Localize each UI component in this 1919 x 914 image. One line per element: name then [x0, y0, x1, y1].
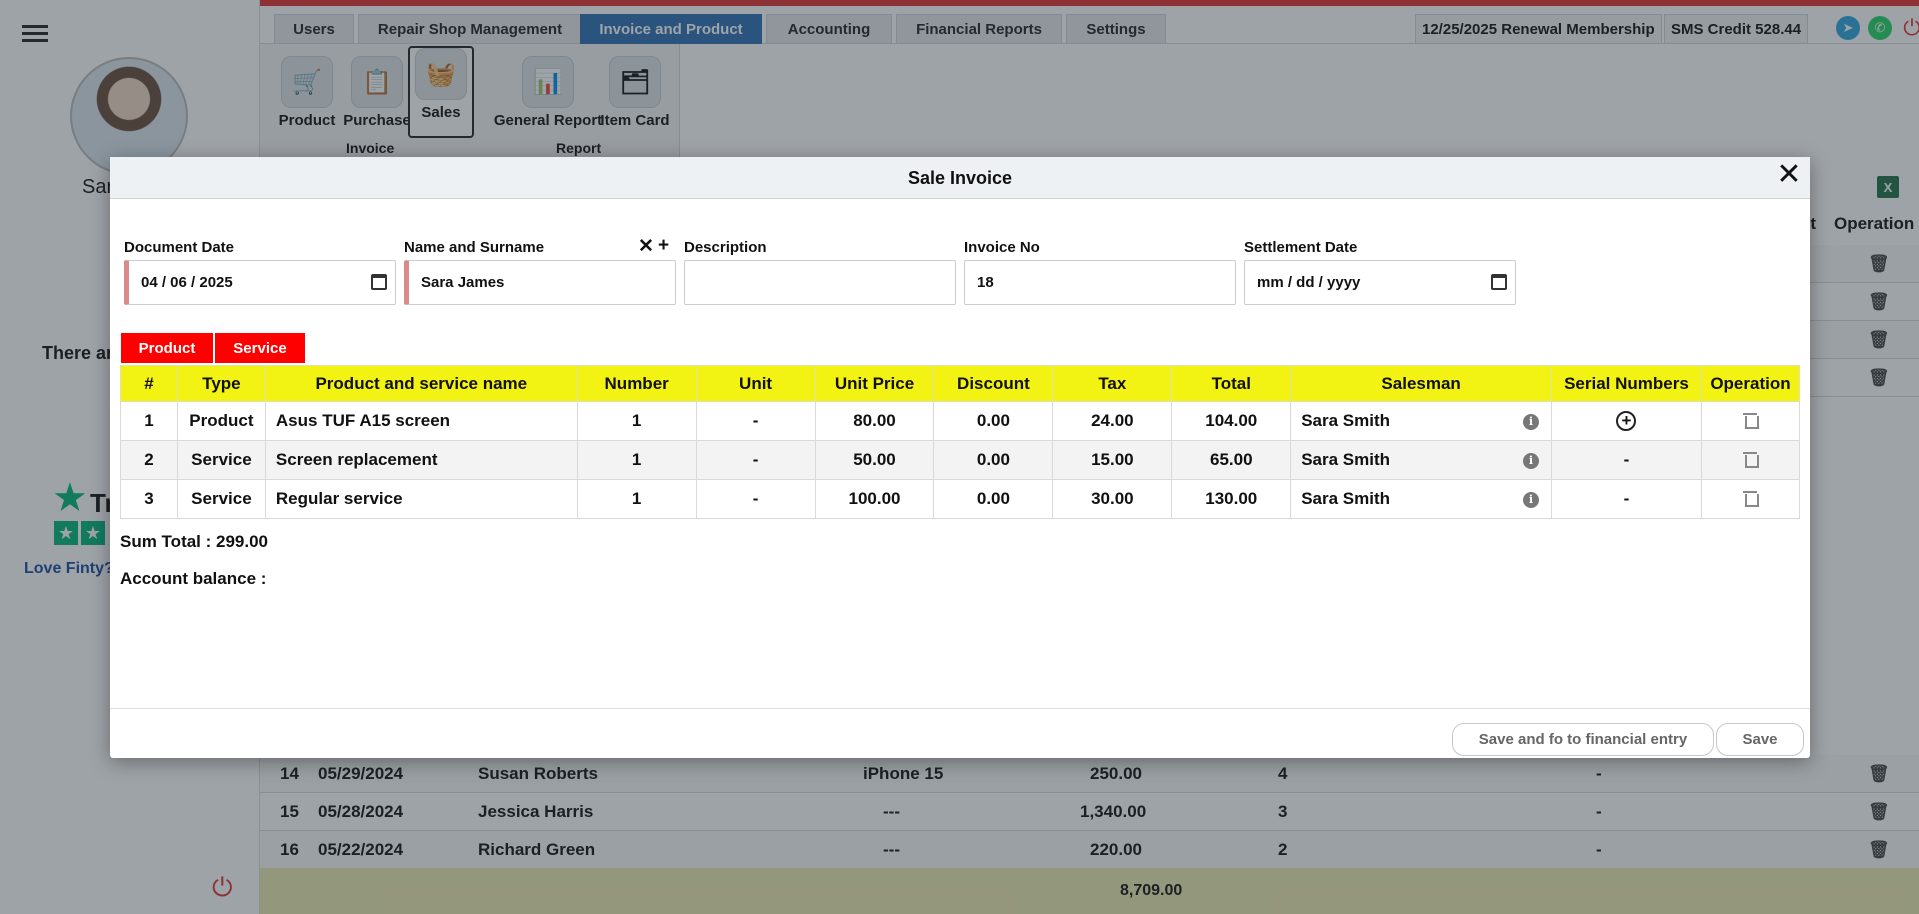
- col-type: Type: [176, 365, 266, 402]
- modal-header: Sale Invoice ✕: [110, 157, 1810, 199]
- col-number: Number: [576, 365, 697, 402]
- close-icon[interactable]: ✕: [1774, 157, 1804, 193]
- calendar-icon[interactable]: [371, 274, 387, 290]
- cell-unit-price[interactable]: 100.00: [814, 479, 935, 519]
- cell-serial: -: [1551, 440, 1702, 480]
- cell-discount[interactable]: 0.00: [933, 401, 1054, 441]
- col-index: #: [120, 365, 178, 402]
- table-row: 1 Product Asus TUF A15 screen 1 - 80.00 …: [120, 401, 1801, 441]
- tab-service[interactable]: Service: [214, 332, 306, 364]
- invoice-no-value: 18: [977, 274, 994, 291]
- sale-invoice-modal: Sale Invoice ✕ Document Date 04 / 06 / 2…: [110, 157, 1810, 758]
- col-serial-numbers: Serial Numbers: [1551, 365, 1702, 402]
- cell-unit-price[interactable]: 50.00: [814, 440, 935, 480]
- invoice-no-label: Invoice No: [964, 239, 1040, 256]
- document-date-field[interactable]: 04 / 06 / 2025: [124, 260, 396, 305]
- cell-name[interactable]: Asus TUF A15 screen: [264, 401, 578, 441]
- cell-salesman[interactable]: Sara Smith i: [1290, 440, 1553, 480]
- cell-index: 1: [120, 401, 178, 441]
- info-icon[interactable]: i: [1523, 414, 1540, 430]
- cell-discount[interactable]: 0.00: [933, 440, 1054, 480]
- document-date-label: Document Date: [124, 239, 235, 256]
- salesman-name: Sara Smith: [1301, 450, 1391, 469]
- name-surname-field[interactable]: Sara James: [404, 260, 676, 305]
- cell-salesman[interactable]: Sara Smith i: [1290, 401, 1553, 441]
- cell-total: 130.00: [1171, 479, 1292, 519]
- settlement-date-field[interactable]: mm / dd / yyyy: [1244, 260, 1516, 305]
- save-button[interactable]: Save: [1716, 723, 1804, 756]
- col-total: Total: [1171, 365, 1292, 402]
- table-row: 3 Service Regular service 1 - 100.00 0.0…: [120, 479, 1801, 519]
- cell-total: 104.00: [1171, 401, 1292, 441]
- cell-unit: -: [695, 479, 816, 519]
- delete-icon[interactable]: [1743, 489, 1760, 507]
- cell-unit: -: [695, 401, 816, 441]
- delete-icon[interactable]: [1743, 450, 1760, 468]
- table-row: 2 Service Screen replacement 1 - 50.00 0…: [120, 440, 1801, 480]
- col-unit-price: Unit Price: [814, 365, 935, 402]
- cell-tax: 15.00: [1052, 440, 1173, 480]
- name-surname-value: Sara James: [421, 274, 505, 291]
- cell-name[interactable]: Regular service: [264, 479, 578, 519]
- cell-serial: +: [1551, 401, 1702, 441]
- col-operation: Operation: [1700, 365, 1801, 402]
- name-surname-label: Name and Surname: [404, 239, 545, 256]
- sum-total: Sum Total : 299.00: [120, 532, 269, 551]
- cell-total: 65.00: [1171, 440, 1292, 480]
- document-date-value: 04 / 06 / 2025: [141, 274, 233, 291]
- clear-icon[interactable]: ✕: [638, 235, 654, 258]
- cell-type: Service: [176, 440, 266, 480]
- cell-number[interactable]: 1: [576, 401, 697, 441]
- cell-serial: -: [1551, 479, 1702, 519]
- tab-product[interactable]: Product: [120, 332, 214, 364]
- cell-index: 3: [120, 479, 178, 519]
- settlement-date-label: Settlement Date: [1244, 239, 1358, 256]
- cell-type: Product: [176, 401, 266, 441]
- col-tax: Tax: [1052, 365, 1173, 402]
- modal-title: Sale Invoice: [907, 168, 1013, 188]
- description-field[interactable]: [684, 260, 956, 305]
- description-label: Description: [684, 239, 767, 256]
- cell-operation: [1700, 440, 1801, 480]
- cell-type: Service: [176, 479, 266, 519]
- cell-number[interactable]: 1: [576, 440, 697, 480]
- save-and-financial-entry-button[interactable]: Save and fo to financial entry: [1452, 723, 1714, 756]
- cell-salesman[interactable]: Sara Smith i: [1290, 479, 1553, 519]
- cell-operation: [1700, 479, 1801, 519]
- cell-number[interactable]: 1: [576, 479, 697, 519]
- modal-footer: Save and fo to financial entry Save: [110, 708, 1810, 758]
- add-icon[interactable]: +: [658, 235, 669, 257]
- cell-unit-price[interactable]: 80.00: [814, 401, 935, 441]
- cell-name[interactable]: Screen replacement: [264, 440, 578, 480]
- info-icon[interactable]: i: [1523, 453, 1540, 469]
- cell-discount[interactable]: 0.00: [933, 479, 1054, 519]
- info-icon[interactable]: i: [1523, 492, 1540, 508]
- cell-unit: -: [695, 440, 816, 480]
- table-header-row: # Type Product and service name Number U…: [120, 365, 1801, 402]
- invoice-items-table: # Type Product and service name Number U…: [120, 365, 1801, 519]
- salesman-name: Sara Smith: [1301, 411, 1391, 430]
- col-discount: Discount: [933, 365, 1054, 402]
- settlement-date-value: mm / dd / yyyy: [1257, 274, 1361, 291]
- calendar-icon[interactable]: [1491, 274, 1507, 290]
- col-unit: Unit: [695, 365, 816, 402]
- cell-operation: [1700, 401, 1801, 441]
- add-serial-icon[interactable]: +: [1616, 411, 1637, 431]
- salesman-name: Sara Smith: [1301, 489, 1391, 508]
- col-salesman: Salesman: [1290, 365, 1553, 402]
- cell-index: 2: [120, 440, 178, 480]
- account-balance: Account balance :: [120, 569, 267, 588]
- invoice-no-field[interactable]: 18: [964, 260, 1236, 305]
- col-name: Product and service name: [264, 365, 578, 402]
- cell-tax: 30.00: [1052, 479, 1173, 519]
- delete-icon[interactable]: [1743, 411, 1760, 429]
- cell-tax: 24.00: [1052, 401, 1173, 441]
